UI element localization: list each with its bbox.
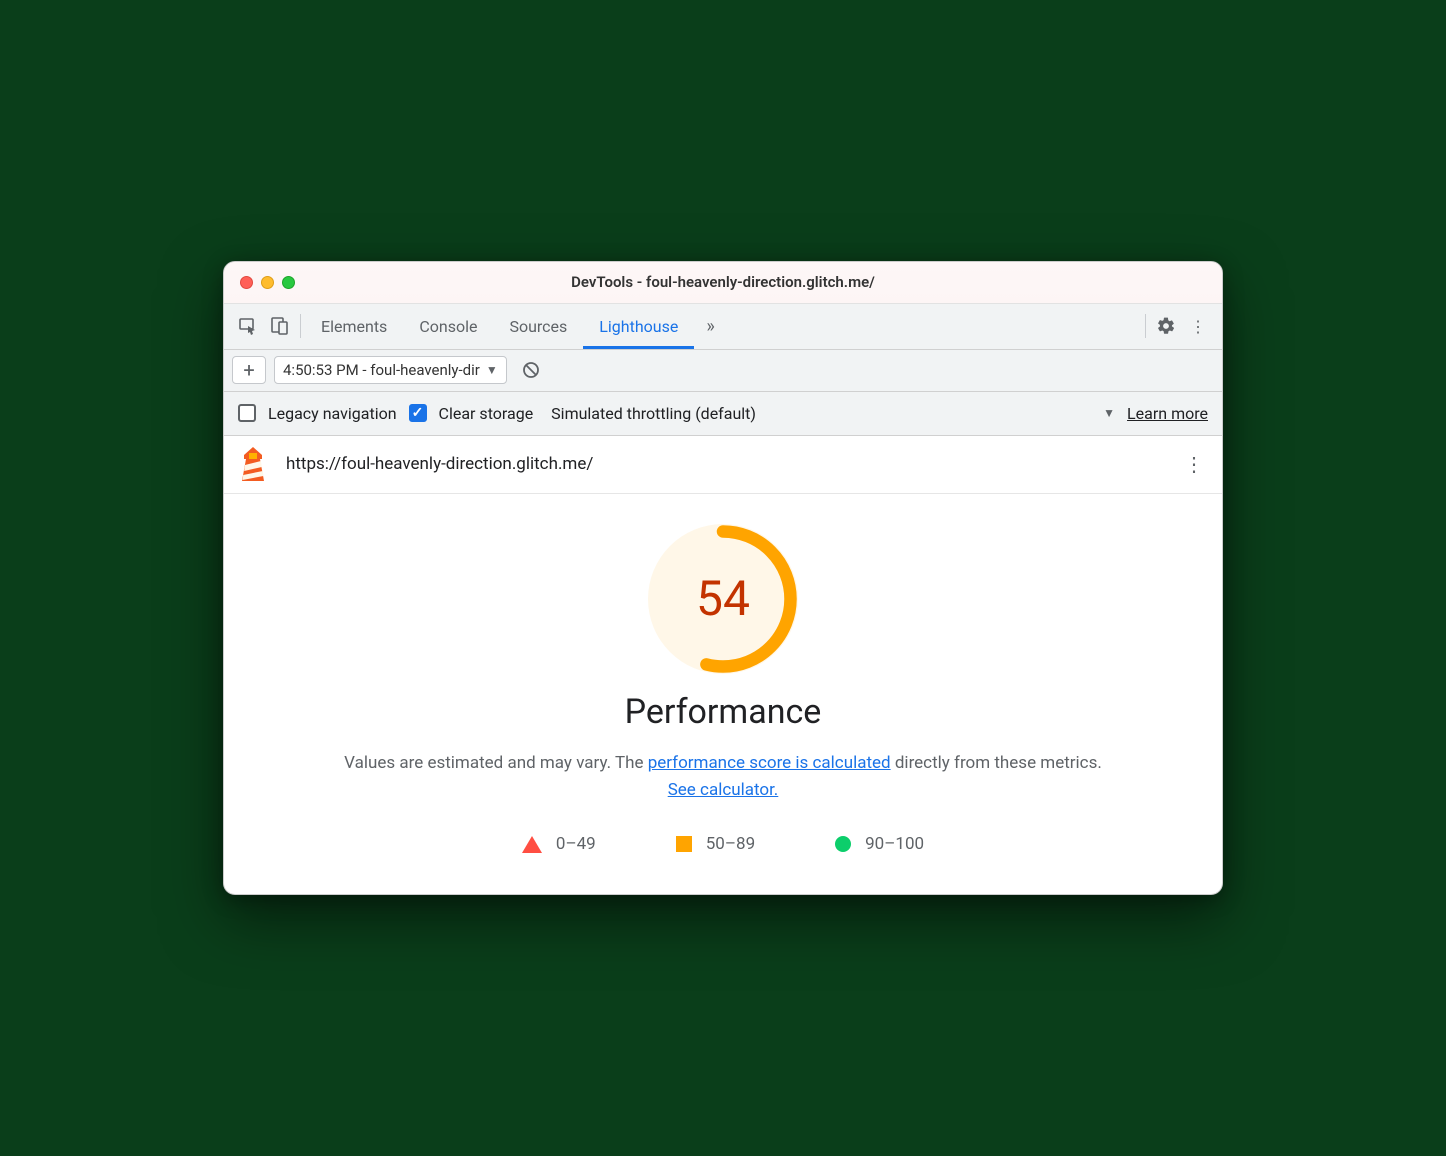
- titlebar: DevTools - foul-heavenly-direction.glitc…: [224, 262, 1222, 304]
- legend-average: 50–89: [676, 834, 755, 854]
- performance-gauge[interactable]: 54: [648, 524, 798, 674]
- category-title: Performance: [254, 692, 1192, 732]
- more-tabs-icon[interactable]: »: [694, 316, 726, 337]
- separator: [300, 314, 301, 338]
- square-icon: [676, 836, 692, 852]
- desc-text: directly from these metrics.: [891, 753, 1102, 773]
- lighthouse-icon: [238, 447, 268, 481]
- desc-text: Values are estimated and may vary. The: [344, 753, 648, 773]
- close-button[interactable]: [240, 276, 253, 289]
- device-toggle-icon[interactable]: [264, 310, 296, 342]
- maximize-button[interactable]: [282, 276, 295, 289]
- calculator-link[interactable]: See calculator.: [668, 780, 779, 800]
- clear-storage-label: Clear storage: [439, 404, 534, 423]
- performance-score: 54: [648, 524, 798, 674]
- score-calc-link[interactable]: performance score is calculated: [648, 753, 891, 773]
- separator: [1145, 314, 1146, 338]
- legend-avg-label: 50–89: [706, 834, 755, 854]
- report-dropdown[interactable]: 4:50:53 PM - foul-heavenly-dir ▼: [274, 356, 507, 384]
- audit-url: https://foul-heavenly-direction.glitch.m…: [286, 454, 1162, 474]
- devtools-window: DevTools - foul-heavenly-direction.glitc…: [223, 261, 1223, 895]
- lighthouse-options: Legacy navigation Clear storage Simulate…: [224, 392, 1222, 436]
- tab-lighthouse[interactable]: Lighthouse: [583, 303, 694, 349]
- clear-storage-checkbox[interactable]: [409, 404, 427, 422]
- legend-fail-label: 0–49: [556, 834, 596, 854]
- window-title: DevTools - foul-heavenly-direction.glitc…: [224, 273, 1222, 291]
- legacy-navigation-label: Legacy navigation: [268, 404, 397, 423]
- report-dropdown-label: 4:50:53 PM - foul-heavenly-dir: [283, 361, 480, 379]
- audit-url-bar: https://foul-heavenly-direction.glitch.m…: [224, 436, 1222, 494]
- throttling-label: Simulated throttling (default): [551, 404, 756, 423]
- score-legend: 0–49 50–89 90–100: [254, 834, 1192, 854]
- circle-icon: [835, 836, 851, 852]
- chevron-down-icon: ▼: [1103, 406, 1115, 420]
- tab-elements[interactable]: Elements: [305, 303, 403, 349]
- score-description: Values are estimated and may vary. The p…: [333, 750, 1113, 804]
- settings-icon[interactable]: [1150, 310, 1182, 342]
- report-menu-icon[interactable]: ⋮: [1180, 452, 1208, 476]
- triangle-icon: [522, 836, 542, 853]
- clear-icon[interactable]: [515, 354, 547, 386]
- learn-more-link[interactable]: Learn more: [1127, 404, 1208, 423]
- inspect-icon[interactable]: [232, 310, 264, 342]
- panel-tabs: Elements Console Sources Lighthouse »: [305, 303, 1141, 349]
- traffic-lights: [240, 276, 295, 289]
- minimize-button[interactable]: [261, 276, 274, 289]
- legend-pass-label: 90–100: [865, 834, 924, 854]
- legend-fail: 0–49: [522, 834, 596, 854]
- new-report-button[interactable]: +: [232, 356, 266, 384]
- tab-sources[interactable]: Sources: [493, 303, 583, 349]
- tab-console[interactable]: Console: [403, 303, 493, 349]
- lighthouse-toolbar: + 4:50:53 PM - foul-heavenly-dir ▼: [224, 350, 1222, 392]
- chevron-down-icon: ▼: [486, 363, 498, 377]
- legend-pass: 90–100: [835, 834, 924, 854]
- more-icon[interactable]: ⋮: [1182, 310, 1214, 342]
- legacy-navigation-checkbox[interactable]: [238, 404, 256, 422]
- lighthouse-report: 54 Performance Values are estimated and …: [224, 494, 1222, 894]
- main-toolbar: Elements Console Sources Lighthouse » ⋮: [224, 304, 1222, 350]
